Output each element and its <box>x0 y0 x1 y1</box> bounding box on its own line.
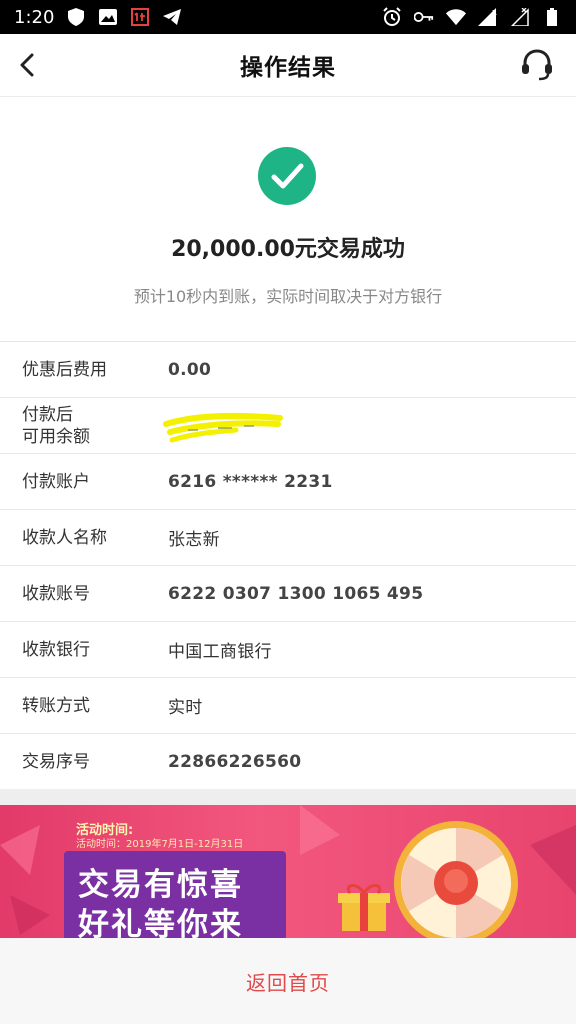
detail-row-transfer-mode: 转账方式 实时 <box>0 678 576 734</box>
detail-row-fee: 优惠后费用 0.00 <box>0 342 576 398</box>
status-bar: 1:20 R <box>0 0 576 34</box>
back-button[interactable] <box>10 48 44 82</box>
activity-date: 活动时间：2019年7月1日-12月31日 <box>76 839 244 850</box>
result-panel: 20,000.00元交易成功 预计10秒内到账，实际时间取决于对方银行 <box>0 97 576 342</box>
detail-value: 中国工商银行 <box>168 642 272 662</box>
detail-value: 6216 ****** 2231 <box>168 471 333 492</box>
detail-row-payee-bank: 收款银行 中国工商银行 <box>0 622 576 678</box>
detail-label: 付款后 可用余额 <box>22 404 90 447</box>
alarm-icon <box>382 7 402 27</box>
image-icon <box>98 7 118 27</box>
detail-value: 0.00 <box>168 359 212 380</box>
detail-label: 转账方式 <box>22 695 90 716</box>
section-divider <box>0 789 576 805</box>
detail-label: 收款账号 <box>22 583 90 604</box>
page-title: 操作结果 <box>240 55 336 81</box>
detail-row-balance: 付款后 可用余额 <box>0 398 576 454</box>
telegram-icon <box>162 7 182 27</box>
detail-label: 交易序号 <box>22 751 90 772</box>
detail-value: 6222 0307 1300 1065 495 <box>168 583 424 604</box>
header: 操作结果 <box>0 34 576 97</box>
detail-label: 付款账户 <box>22 471 90 492</box>
promo-line-2: 好礼等你来 <box>78 907 243 938</box>
arrival-note: 预计10秒内到账，实际时间取决于对方银行 <box>133 287 443 306</box>
signal-off-icon <box>510 7 530 27</box>
promo-line-1: 交易有惊喜 <box>78 867 243 903</box>
detail-value: 张志新 <box>168 530 220 550</box>
detail-list: 优惠后费用 0.00 付款后 可用余额 付款账户 6216 ****** 223… <box>0 342 576 789</box>
detail-label: 收款银行 <box>22 639 90 660</box>
shield-icon <box>66 7 86 27</box>
chevron-left-icon <box>20 53 34 77</box>
vpn-key-icon <box>414 7 434 27</box>
signal-icon: R <box>478 7 498 27</box>
detail-label: 收款人名称 <box>22 527 107 548</box>
battery-icon <box>542 7 562 27</box>
detail-value: 实时 <box>168 698 203 718</box>
customer-service-button[interactable] <box>518 46 556 84</box>
wifi-icon <box>446 7 466 27</box>
svg-text:R: R <box>492 9 497 17</box>
status-time: 1:20 <box>14 6 55 28</box>
gift-box-icon <box>338 884 390 931</box>
prize-wheel-icon <box>394 821 518 938</box>
detail-row-payee-name: 收款人名称 张志新 <box>0 510 576 566</box>
redaction-scribble <box>163 413 283 443</box>
detail-value: 22866226560 <box>168 751 302 772</box>
transaction-amount: 20,000.00元交易成功 <box>171 237 405 262</box>
return-home-button[interactable]: 返回首页 <box>246 967 330 996</box>
detail-row-payee-account: 收款账号 6222 0307 1300 1065 495 <box>0 566 576 622</box>
detail-row-serial-number: 交易序号 22866226560 <box>0 734 576 789</box>
bottom-bar: 返回首页 <box>0 938 576 1024</box>
headset-icon <box>522 49 552 81</box>
detail-row-payer-account: 付款账户 6216 ****** 2231 <box>0 454 576 510</box>
promo-banner[interactable]: 活动时间: 活动时间：2019年7月1日-12月31日 交易有惊喜 好礼等你来 <box>0 805 576 938</box>
app-notification-icon <box>130 7 150 27</box>
success-check-icon <box>258 147 316 205</box>
detail-label: 优惠后费用 <box>22 359 107 380</box>
